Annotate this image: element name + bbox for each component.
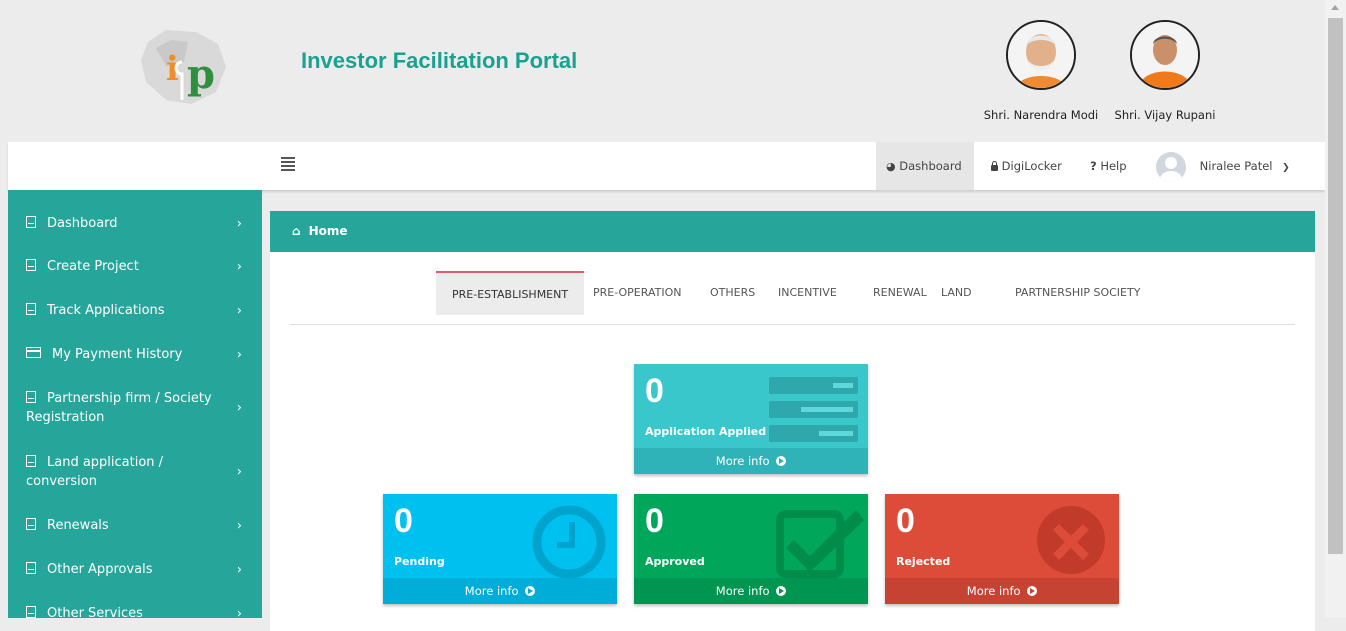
- book-icon: [26, 391, 36, 403]
- book-icon: [26, 259, 36, 271]
- top-navbar: ◕ Dashboard DigiLocker ? Help Niralee Pa…: [8, 142, 1325, 190]
- arrow-circle-right-icon: [776, 586, 787, 596]
- chevron-right-icon: ›: [236, 347, 242, 362]
- application-applied-box: 0 Application Applied More info: [634, 364, 868, 474]
- pending-more-info-link[interactable]: More info: [383, 578, 617, 604]
- rejected-label: Rejected: [896, 555, 951, 568]
- page-scrollbar[interactable]: [1325, 0, 1346, 618]
- chevron-right-icon: ›: [236, 259, 242, 274]
- check-square-icon: [776, 510, 864, 578]
- arrow-circle-right-icon: [776, 456, 787, 466]
- nav-help[interactable]: ? Help: [1090, 142, 1127, 190]
- tab-renewal[interactable]: RENEWAL: [873, 271, 927, 314]
- chevron-right-icon: ›: [236, 562, 242, 577]
- sidebar-item-payment-history[interactable]: My Payment History ›: [8, 345, 262, 364]
- chevron-right-icon: ›: [236, 464, 242, 480]
- sidebar-item-land-application[interactable]: Land application / conversion ›: [8, 453, 262, 491]
- tab-land[interactable]: LAND: [941, 271, 972, 314]
- svg-text:p: p: [187, 51, 215, 98]
- rejected-more-info-link[interactable]: More info: [885, 578, 1119, 604]
- book-icon: [26, 606, 36, 618]
- user-name: Niralee Patel: [1199, 159, 1273, 173]
- breadcrumb: ⌂ Home: [270, 211, 1315, 252]
- approved-more-info-link[interactable]: More info: [634, 578, 868, 604]
- tab-pre-establishment[interactable]: PRE-ESTABLISHMENT: [436, 271, 585, 315]
- page-header: i p Investor Facilitation Portal Shri. N…: [8, 8, 1325, 142]
- tab-others[interactable]: OTHERS: [710, 271, 755, 314]
- nav-digilocker[interactable]: DigiLocker: [991, 142, 1062, 190]
- chevron-right-icon: ›: [236, 606, 242, 621]
- user-menu[interactable]: Niralee Patel ❯: [1156, 142, 1290, 190]
- leader-name: Shri. Vijay Rupani: [1114, 108, 1216, 122]
- dashboard-icon: ◕: [886, 160, 896, 173]
- pending-count: 0: [394, 502, 413, 540]
- lock-icon: [991, 161, 998, 171]
- pending-box: 0 Pending More info: [383, 494, 617, 604]
- scroll-thumb[interactable]: [1328, 18, 1343, 554]
- home-icon[interactable]: ⌂: [292, 224, 301, 238]
- times-circle-icon: [1037, 506, 1105, 574]
- sidebar-item-partnership-registration[interactable]: Partnership firm / Society Registration …: [8, 389, 262, 427]
- sidebar-item-renewals[interactable]: Renewals ›: [8, 516, 262, 535]
- chevron-right-icon: ›: [236, 216, 242, 231]
- applied-more-info-link[interactable]: More info: [634, 448, 868, 474]
- list-icon: [769, 377, 858, 442]
- leader-name: Shri. Narendra Modi: [983, 108, 1099, 122]
- menu-toggle-icon[interactable]: [281, 157, 295, 173]
- sidebar-item-other-approvals[interactable]: Other Approvals ›: [8, 560, 262, 579]
- leader-photo: [1006, 20, 1076, 90]
- avatar: [1156, 151, 1186, 182]
- approved-box: 0 Approved More info: [634, 494, 868, 604]
- ifp-logo[interactable]: i p: [136, 22, 236, 112]
- scroll-up-arrow-icon[interactable]: [1331, 5, 1339, 10]
- rejected-box: 0 Rejected More info: [885, 494, 1119, 604]
- chevron-right-icon: ›: [236, 400, 242, 416]
- arrow-circle-right-icon: [1027, 586, 1038, 596]
- arrow-circle-right-icon: [525, 586, 536, 596]
- book-icon: [26, 303, 36, 315]
- breadcrumb-home[interactable]: Home: [309, 224, 348, 238]
- sidebar-item-other-services[interactable]: Other Services ›: [8, 604, 262, 623]
- credit-card-icon: [26, 347, 41, 358]
- sidebar: Dashboard › Create Project › Track Appli…: [8, 190, 262, 621]
- leader-modi: Shri. Narendra Modi: [971, 20, 1111, 122]
- main-content: ⌂ Home PRE-ESTABLISHMENT PRE-OPERATION OT…: [270, 211, 1315, 631]
- pending-label: Pending: [394, 555, 445, 568]
- sidebar-item-dashboard[interactable]: Dashboard ›: [8, 214, 262, 233]
- approved-label: Approved: [645, 555, 705, 568]
- book-icon: [26, 216, 36, 228]
- leader-photo: [1130, 20, 1200, 90]
- approved-count: 0: [645, 502, 664, 540]
- clock-icon: [532, 505, 606, 579]
- nav-dashboard[interactable]: ◕ Dashboard: [876, 142, 974, 190]
- applied-label: Application Applied: [645, 425, 767, 438]
- book-icon: [26, 518, 36, 530]
- rejected-count: 0: [896, 502, 915, 540]
- tab-partnership-society[interactable]: PARTNERSHIP SOCIETY: [1015, 271, 1140, 314]
- leader-rupani: Shri. Vijay Rupani: [1095, 20, 1235, 122]
- portal-title: Investor Facilitation Portal: [301, 48, 578, 73]
- chevron-right-icon: ›: [236, 518, 242, 533]
- chevron-down-icon: ❯: [1282, 163, 1290, 173]
- sidebar-item-track-applications[interactable]: Track Applications ›: [8, 301, 262, 320]
- book-icon: [26, 562, 36, 574]
- tab-incentive[interactable]: INCENTIVE: [778, 271, 837, 314]
- applied-count: 0: [645, 372, 664, 410]
- question-icon: ?: [1090, 159, 1097, 173]
- chevron-right-icon: ›: [236, 303, 242, 318]
- book-icon: [26, 455, 36, 467]
- sidebar-item-create-project[interactable]: Create Project ›: [8, 257, 262, 276]
- tab-pre-operation[interactable]: PRE-OPERATION: [593, 271, 681, 314]
- tab-bar: PRE-ESTABLISHMENT PRE-OPERATION OTHERS I…: [290, 271, 1295, 325]
